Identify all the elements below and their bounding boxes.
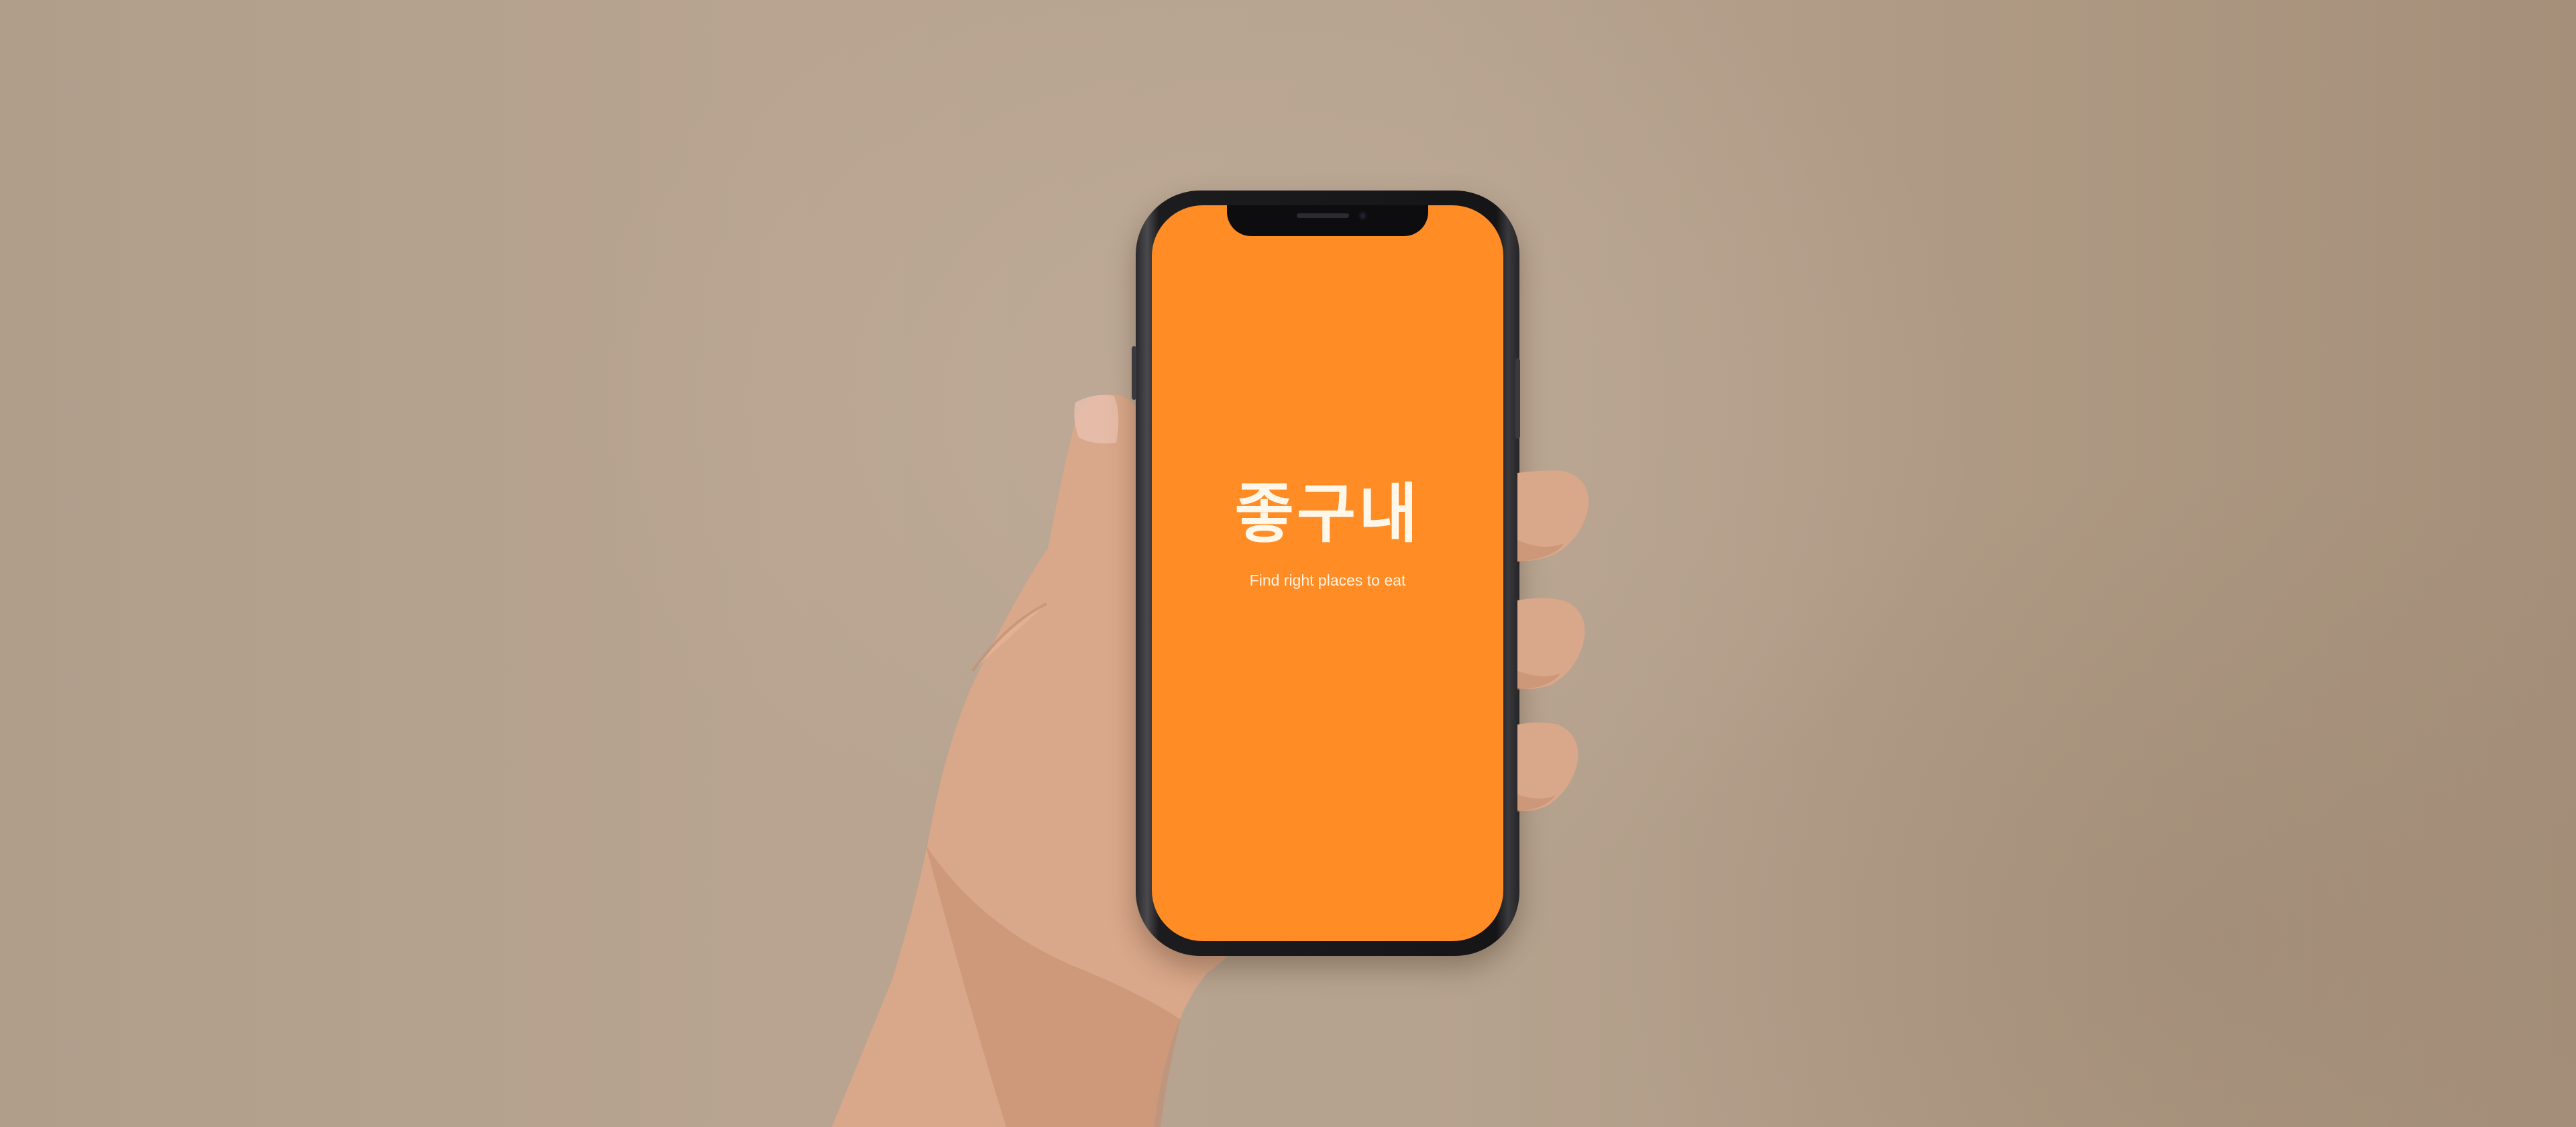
- volume-button: [1132, 346, 1136, 400]
- app-tagline: Find right places to eat: [1249, 572, 1406, 589]
- app-logo: 좋구내: [1234, 476, 1421, 551]
- speaker-grille: [1297, 213, 1349, 218]
- phone-notch: [1227, 205, 1428, 236]
- power-button: [1515, 358, 1520, 439]
- front-camera-icon: [1358, 211, 1367, 220]
- splash-screen[interactable]: 좋구내 Find right places to eat: [1152, 205, 1503, 941]
- smartphone: 좋구내 Find right places to eat: [1132, 191, 1520, 956]
